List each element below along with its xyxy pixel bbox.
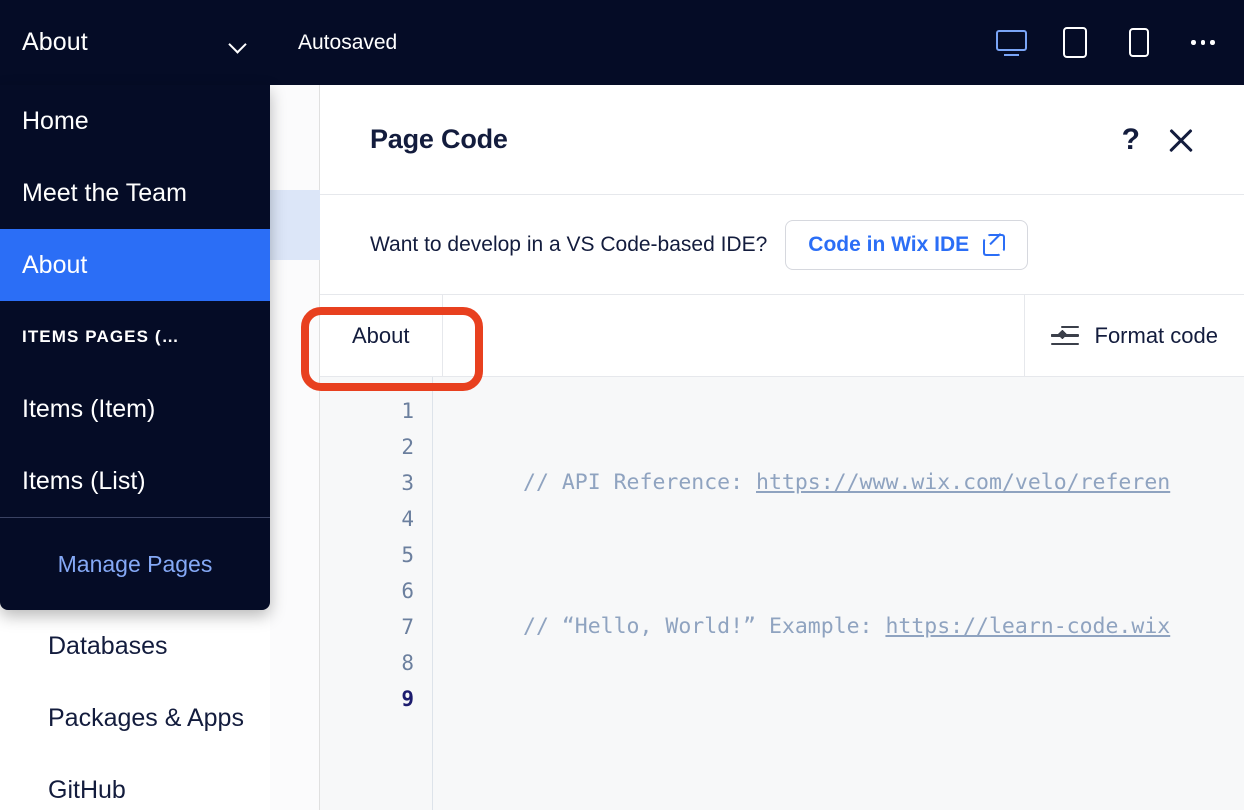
mobile-view-button[interactable] bbox=[1118, 21, 1160, 65]
ide-prompt-text: Want to develop in a VS Code-based IDE? bbox=[370, 232, 768, 256]
line-number: 7 bbox=[401, 615, 414, 639]
menu-item-label: Meet the Team bbox=[22, 178, 187, 207]
vs-code-ide-banner: Want to develop in a VS Code-based IDE? … bbox=[320, 195, 1244, 295]
code-link[interactable]: https://www.wix.com/velo/referen bbox=[756, 470, 1170, 495]
code-in-wix-ide-button[interactable]: Code in Wix IDE bbox=[785, 219, 1029, 270]
page-menu-dropdown: Home Meet the Team About ITEMS PAGES (… … bbox=[0, 85, 270, 610]
mobile-icon bbox=[1129, 28, 1149, 57]
tablet-view-button[interactable] bbox=[1054, 21, 1096, 65]
line-number-gutter: 1 2 3 4 5 6 7 8 9 bbox=[320, 377, 433, 810]
sidebar-item-packages-apps[interactable]: Packages & Apps bbox=[0, 682, 270, 754]
line-number: 2 bbox=[401, 435, 414, 459]
tablet-icon bbox=[1063, 27, 1087, 58]
sidebar-item-label: GitHub bbox=[48, 775, 126, 804]
tab-about[interactable]: About bbox=[320, 295, 443, 376]
manage-pages-label: Manage Pages bbox=[57, 550, 213, 577]
top-bar: About Autosaved bbox=[0, 0, 1244, 85]
ellipsis-icon bbox=[1191, 40, 1215, 45]
panel-header-actions: ? bbox=[1122, 124, 1194, 155]
more-options-button[interactable] bbox=[1182, 21, 1224, 65]
code-link[interactable]: https://learn-code.wix bbox=[885, 614, 1170, 639]
code-comment: // “Hello, World!” Example: bbox=[523, 614, 886, 639]
question-mark-icon[interactable]: ? bbox=[1122, 124, 1140, 155]
menu-item-label: About bbox=[22, 250, 88, 279]
sidebar-item-github[interactable]: GitHub bbox=[0, 754, 270, 810]
code-in-wix-ide-label: Code in Wix IDE bbox=[808, 232, 970, 256]
format-code-label: Format code bbox=[1094, 322, 1219, 348]
menu-item-meet-the-team[interactable]: Meet the Team bbox=[0, 157, 270, 229]
menu-item-label: Items (Item) bbox=[22, 394, 156, 423]
sidebar-item-label: Packages & Apps bbox=[48, 703, 244, 732]
page-selector-label: About bbox=[22, 28, 88, 56]
menu-section-label: ITEMS PAGES (… bbox=[22, 327, 180, 346]
format-code-button[interactable]: Format code bbox=[1023, 295, 1244, 376]
desktop-view-button[interactable] bbox=[990, 21, 1032, 65]
page-selector[interactable]: About bbox=[0, 0, 270, 85]
menu-item-about[interactable]: About bbox=[0, 229, 270, 301]
line-number: 5 bbox=[401, 543, 414, 567]
menu-item-label: Home bbox=[22, 106, 89, 135]
top-bar-actions bbox=[990, 21, 1244, 65]
line-number: 6 bbox=[401, 579, 414, 603]
menu-item-items-item[interactable]: Items (Item) bbox=[0, 373, 270, 445]
code-content[interactable]: // API Reference: https://www.wix.com/ve… bbox=[433, 377, 1244, 810]
menu-item-home[interactable]: Home bbox=[0, 85, 270, 157]
page-title: Page Code bbox=[370, 124, 508, 154]
sidebar-lower-list: Databases Packages & Apps GitHub bbox=[0, 610, 270, 810]
line-number: 4 bbox=[401, 507, 414, 531]
code-line-1: // API Reference: https://www.wix.com/ve… bbox=[433, 465, 1244, 501]
manage-pages-link[interactable]: Manage Pages bbox=[0, 518, 270, 610]
code-tab-strip: About Format code bbox=[320, 295, 1244, 377]
menu-section-items-pages: ITEMS PAGES (… bbox=[0, 301, 270, 373]
code-line-2: // “Hello, World!” Example: https://lear… bbox=[433, 609, 1244, 645]
close-icon[interactable] bbox=[1168, 127, 1194, 153]
format-indent-icon bbox=[1050, 325, 1079, 347]
save-status-label: Autosaved bbox=[298, 30, 398, 54]
page-code-header: Page Code ? bbox=[320, 85, 1244, 195]
line-number: 8 bbox=[401, 651, 414, 675]
tab-label: About bbox=[352, 322, 410, 348]
external-link-icon bbox=[983, 232, 1006, 256]
chevron-down-icon bbox=[228, 33, 248, 53]
left-rail-selected-row[interactable] bbox=[270, 190, 320, 260]
app-root: About Autosaved Databases Packages & App… bbox=[0, 0, 1244, 810]
line-number: 1 bbox=[401, 399, 414, 423]
sidebar-item-databases[interactable]: Databases bbox=[0, 610, 270, 682]
menu-item-items-list[interactable]: Items (List) bbox=[0, 445, 270, 517]
code-comment: // API Reference: bbox=[523, 470, 756, 495]
sidebar-item-label: Databases bbox=[48, 631, 168, 660]
page-code-panel: Page Code ? Want to develop in a VS Code… bbox=[320, 85, 1244, 810]
desktop-icon bbox=[995, 29, 1027, 56]
code-editor[interactable]: 1 2 3 4 5 6 7 8 9 // API Reference: http… bbox=[320, 377, 1244, 810]
line-number-active: 9 bbox=[401, 687, 414, 711]
line-number: 3 bbox=[401, 471, 414, 495]
menu-item-label: Items (List) bbox=[22, 466, 146, 495]
